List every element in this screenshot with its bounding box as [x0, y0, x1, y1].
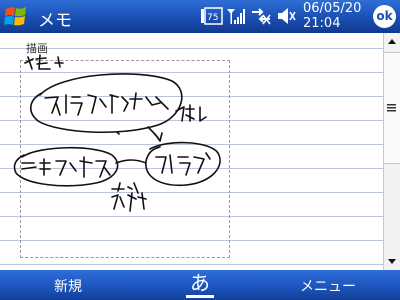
clock-time: 21:04 — [303, 16, 341, 31]
connector-line — [115, 159, 147, 164]
windows-start-icon[interactable] — [3, 4, 29, 30]
clock-date: 06/05/20 — [303, 1, 362, 16]
speaker-icon[interactable] — [276, 6, 298, 26]
handwritten-sketch — [13, 54, 221, 212]
clock[interactable]: 06/05/20 21:04 — [303, 1, 361, 31]
handwriting-idea-method — [44, 92, 169, 116]
scroll-grip-icon — [387, 104, 396, 112]
battery-level: 75 — [207, 13, 218, 23]
input-method-underline — [186, 295, 214, 298]
note-canvas[interactable]: 描画 — [0, 33, 383, 270]
scroll-down-icon[interactable] — [384, 252, 400, 270]
battery-icon[interactable]: 75 — [200, 6, 224, 26]
handwriting-text-data — [21, 156, 111, 178]
connectivity-off-icon[interactable] — [250, 6, 272, 26]
signal-strength-icon[interactable] — [226, 6, 246, 26]
ellipse-left — [13, 146, 119, 187]
handwriting-memo — [24, 54, 64, 70]
scroll-up-icon[interactable] — [384, 33, 400, 51]
ok-button[interactable]: ok — [373, 5, 396, 28]
title-bar: メモ 75 06/05/20 21:04 ok — [0, 0, 400, 33]
softkey-bar: 新規 あ メニュー — [0, 270, 400, 300]
handwriting-search — [175, 104, 207, 122]
handwriting-summary-analysis — [111, 182, 147, 212]
handwriting-idea — [155, 152, 211, 176]
softkey-menu[interactable]: メニュー — [300, 276, 356, 296]
vertical-scrollbar[interactable] — [383, 33, 400, 270]
softkey-new[interactable]: 新規 — [54, 276, 82, 296]
input-method-button[interactable]: あ — [178, 270, 222, 300]
input-method-label: あ — [190, 271, 210, 295]
arrow-down-right — [147, 126, 163, 142]
scroll-thumb[interactable] — [384, 52, 400, 164]
app-title: メモ — [38, 11, 72, 31]
ellipse-right — [145, 141, 221, 186]
